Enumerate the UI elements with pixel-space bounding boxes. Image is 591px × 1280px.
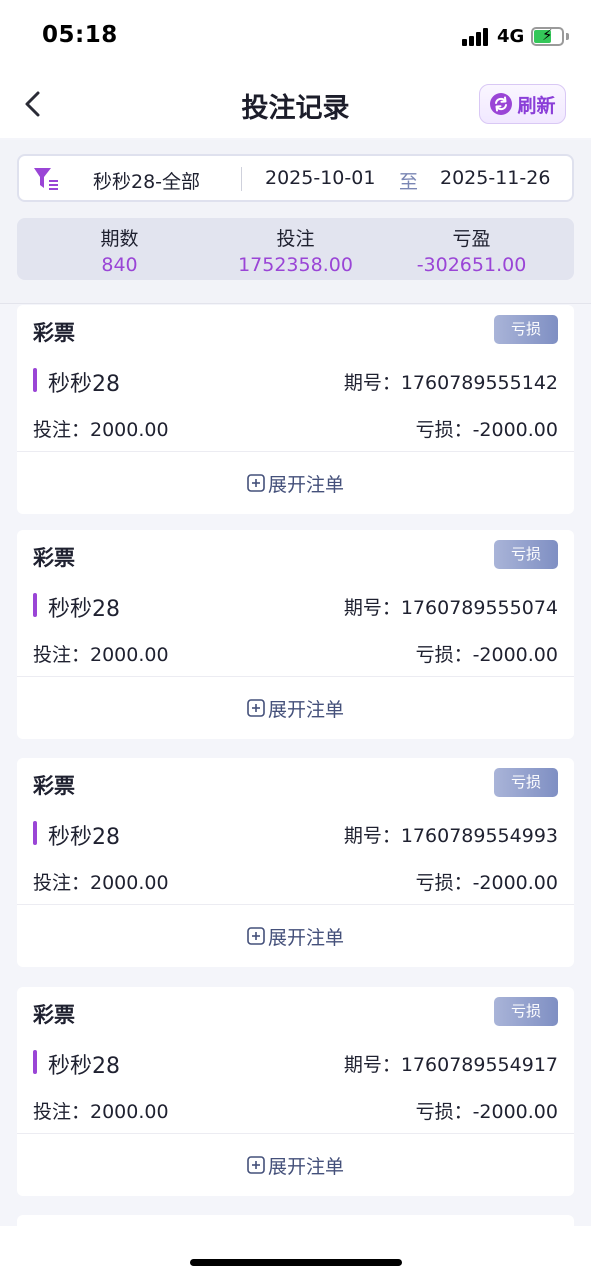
- record-type: 彩票: [33, 546, 75, 570]
- loss-amount: 亏损：-2000.00: [415, 1101, 558, 1123]
- issue-number: 期号：1760789555142: [343, 372, 558, 394]
- game-name: 秒秒28: [48, 825, 120, 850]
- bottom-safe-area: [0, 1226, 591, 1280]
- battery-cap: [566, 33, 569, 40]
- accent-bar: [33, 821, 37, 845]
- record-type: 彩票: [33, 321, 75, 345]
- record-list[interactable]: 彩票 亏损 秒秒28 期号：1760789555142 投注：2000.00 亏…: [0, 305, 591, 1226]
- plus-square-icon: [247, 474, 265, 492]
- summary-bet: 投注 1752358.00: [203, 218, 388, 280]
- game-name: 秒秒28: [48, 1054, 120, 1079]
- expand-bets-button[interactable]: 展开注单: [17, 677, 574, 739]
- periods-value: 840: [101, 254, 138, 276]
- expand-label: 展开注单: [267, 698, 344, 721]
- loss-amount: 亏损：-2000.00: [415, 419, 558, 441]
- summary-box: 期数 840 投注 1752358.00 亏盈 -302651.00: [17, 218, 574, 280]
- home-indicator[interactable]: [190, 1259, 402, 1266]
- game-name: 秒秒28: [48, 372, 120, 397]
- record-card: 彩票 亏损 秒秒28 期号：1760789554993 投注：2000.00 亏…: [17, 758, 574, 967]
- summary-pnl: 亏盈 -302651.00: [379, 218, 564, 280]
- network-label: 4G: [497, 26, 525, 47]
- refresh-button[interactable]: 刷新: [479, 84, 566, 124]
- accent-bar: [33, 368, 37, 392]
- end-date-field[interactable]: 2025-11-26: [440, 167, 550, 189]
- expand-bets-button[interactable]: 展开注单: [17, 905, 574, 967]
- start-date-field[interactable]: 2025-10-01: [265, 167, 375, 189]
- bet-amount: 投注：2000.00: [33, 644, 169, 666]
- issue-number: 期号：1760789555074: [343, 597, 558, 619]
- filter-divider: [241, 167, 242, 191]
- status-badge: 亏损: [494, 315, 558, 344]
- pnl-label: 亏盈: [452, 228, 491, 250]
- signal-icon: [462, 28, 490, 46]
- bet-amount: 投注：2000.00: [33, 1101, 169, 1123]
- plus-square-icon: [247, 927, 265, 945]
- record-card: 彩票 亏损 秒秒28 期号：1760789555074 投注：2000.00 亏…: [17, 530, 574, 739]
- plus-square-icon: [247, 699, 265, 717]
- expand-bets-button[interactable]: 展开注单: [17, 452, 574, 514]
- nav-bar: 投注记录 刷新: [0, 72, 591, 138]
- expand-label: 展开注单: [267, 473, 344, 496]
- issue-number: 期号：1760789554917: [343, 1054, 558, 1076]
- status-badge: 亏损: [494, 768, 558, 797]
- filter-icon[interactable]: [33, 166, 59, 192]
- filter-panel: 秒秒28-全部 2025-10-01 至 2025-11-26 期数 840 投…: [0, 140, 591, 304]
- bet-amount: 投注：2000.00: [33, 419, 169, 441]
- loss-amount: 亏损：-2000.00: [415, 644, 558, 666]
- bet-value: 1752358.00: [238, 254, 353, 276]
- periods-label: 期数: [100, 228, 139, 250]
- plus-square-icon: [247, 1156, 265, 1174]
- record-card: 彩票 亏损 秒秒28 期号：1760789555142 投注：2000.00 亏…: [17, 305, 574, 514]
- status-badge: 亏损: [494, 997, 558, 1026]
- loss-amount: 亏损：-2000.00: [415, 872, 558, 894]
- record-type: 彩票: [33, 774, 75, 798]
- summary-periods: 期数 840: [27, 218, 212, 280]
- accent-bar: [33, 1050, 37, 1074]
- status-bar: 05:18 4G ⚡: [0, 0, 591, 72]
- status-badge: 亏损: [494, 540, 558, 569]
- battery-charging-icon: ⚡: [531, 26, 564, 46]
- refresh-label: 刷新: [517, 94, 556, 117]
- record-type: 彩票: [33, 1003, 75, 1027]
- expand-label: 展开注单: [267, 926, 344, 949]
- expand-label: 展开注单: [267, 1155, 344, 1178]
- pnl-value: -302651.00: [416, 254, 527, 276]
- filter-row: 秒秒28-全部 2025-10-01 至 2025-11-26: [17, 154, 574, 202]
- date-separator: 至: [399, 171, 419, 193]
- bet-label: 投注: [276, 228, 315, 250]
- bet-amount: 投注：2000.00: [33, 872, 169, 894]
- status-time: 05:18: [42, 22, 118, 48]
- record-card-partial: [17, 1215, 574, 1226]
- refresh-icon: [490, 93, 513, 115]
- record-card: 彩票 亏损 秒秒28 期号：1760789554917 投注：2000.00 亏…: [17, 987, 574, 1196]
- accent-bar: [33, 593, 37, 617]
- game-name: 秒秒28: [48, 597, 120, 622]
- expand-bets-button[interactable]: 展开注单: [17, 1134, 574, 1196]
- issue-number: 期号：1760789554993: [343, 825, 558, 847]
- game-filter-select[interactable]: 秒秒28-全部: [93, 167, 200, 194]
